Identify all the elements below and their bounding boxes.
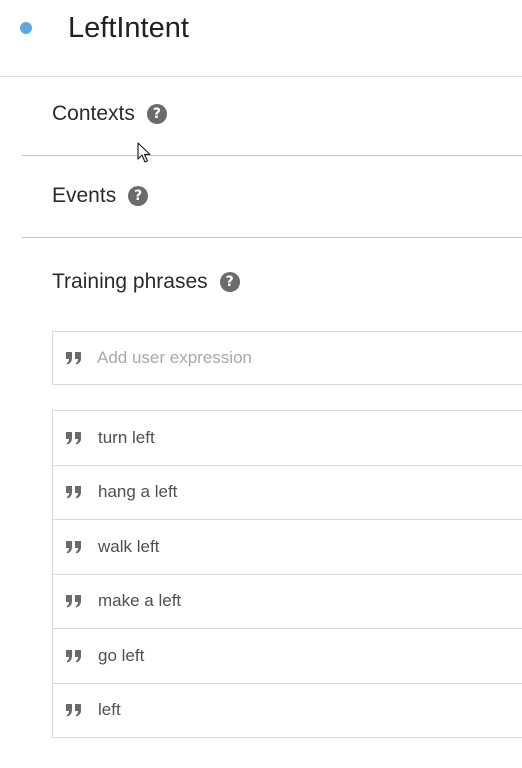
section-training-phrases: Training phrases ? — [52, 268, 240, 296]
training-phrase-row[interactable]: make a left — [53, 575, 522, 629]
training-phrase-text[interactable]: turn left — [98, 428, 155, 448]
quote-icon — [66, 649, 81, 663]
training-phrase-list: turn left hang a left walk left make a left… — [52, 410, 522, 738]
intent-header: LeftIntent — [0, 0, 522, 76]
training-phrase-row[interactable]: turn left — [53, 411, 522, 466]
quote-icon — [66, 486, 81, 499]
section-training-phrases-label: Training phrases — [52, 270, 208, 293]
section-events-label[interactable]: Events — [52, 182, 116, 210]
training-phrase-text[interactable]: hang a left — [98, 482, 177, 502]
intent-editor-page: LeftIntent Contexts ? Events ? Training … — [0, 0, 522, 768]
training-phrase-text[interactable]: go left — [98, 646, 144, 666]
training-phrase-text[interactable]: left — [98, 700, 121, 720]
intent-title[interactable]: LeftIntent — [68, 8, 189, 48]
help-circle-icon[interactable]: ? — [128, 186, 149, 206]
section-contexts-label[interactable]: Contexts — [52, 100, 135, 128]
training-phrase-text[interactable]: walk left — [98, 537, 159, 557]
section-divider — [22, 237, 522, 238]
quote-icon — [66, 704, 81, 717]
header-divider — [0, 76, 522, 77]
mouse-cursor-icon — [137, 142, 151, 163]
quote-icon — [66, 431, 81, 445]
help-circle-icon[interactable]: ? — [146, 104, 167, 124]
add-user-expression-input[interactable] — [97, 332, 517, 384]
quote-icon — [66, 595, 81, 608]
training-phrase-row[interactable]: left — [53, 684, 522, 738]
training-phrase-row[interactable]: hang a left — [53, 466, 522, 520]
help-circle-icon[interactable]: ? — [219, 272, 240, 292]
section-divider — [22, 155, 522, 156]
training-phrase-row[interactable]: go left — [53, 629, 522, 684]
section-contexts[interactable]: Contexts ? — [52, 100, 167, 128]
add-expression-field[interactable] — [52, 331, 522, 385]
section-events[interactable]: Events ? — [52, 182, 149, 210]
intent-status-dot — [20, 22, 32, 34]
quote-icon — [66, 540, 81, 554]
training-phrase-text[interactable]: make a left — [98, 591, 181, 611]
quote-icon — [66, 352, 81, 365]
training-phrase-row[interactable]: walk left — [53, 520, 522, 575]
